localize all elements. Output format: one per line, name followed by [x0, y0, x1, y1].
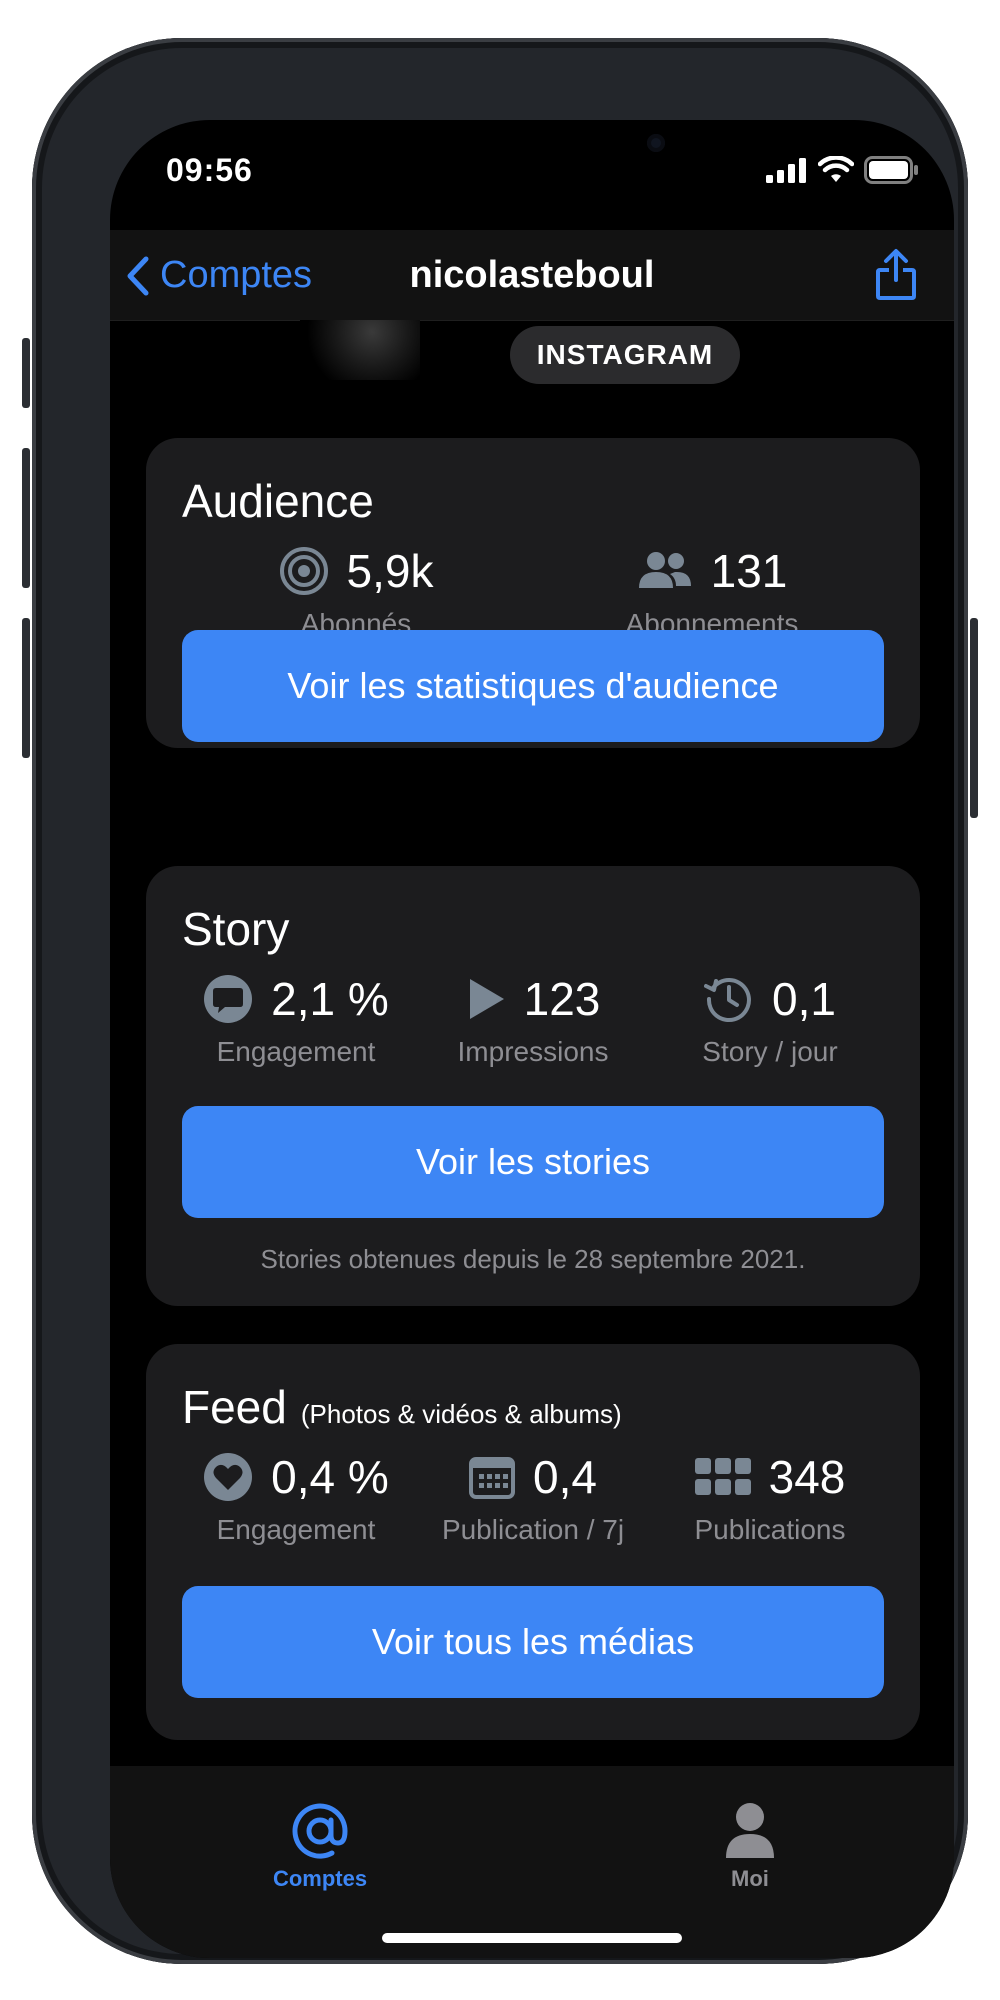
story-card: Story 2,1 % Engagement 123 Impressions 0…: [146, 866, 920, 1306]
feed-engagement-value: 0,4 %: [271, 1451, 389, 1503]
target-icon: [279, 547, 328, 595]
story-engagement-value: 2,1 %: [271, 973, 389, 1025]
profile-photo: [300, 320, 420, 380]
status-time: 09:56: [166, 152, 253, 188]
wifi-icon: [818, 156, 854, 182]
heart-icon: [204, 1453, 253, 1501]
story-engagement-metric: 2,1 % Engagement: [176, 972, 416, 1068]
feed-frequency-value: 0,4: [533, 1451, 597, 1503]
story-title: Story: [182, 903, 290, 955]
feed-engagement-label: Engagement: [216, 1514, 376, 1545]
story-per-day-value: 0,1: [772, 973, 836, 1025]
tab-comptes-label: Comptes: [272, 1866, 368, 1891]
feed-card: Feed (Photos & vidéos & albums) 0,4 % Eng…: [146, 1344, 920, 1740]
stories-note: Stories obtenues depuis le 28 septembre …: [260, 1244, 806, 1274]
feed-subtitle: (Photos & vidéos & albums): [300, 1399, 622, 1429]
view-all-media-button[interactable]: Voir tous les médias: [182, 1586, 884, 1698]
home-indicator[interactable]: [382, 1933, 682, 1943]
audience-title: Audience: [182, 475, 374, 527]
followers-metric: 5,9k Abonnés: [226, 544, 486, 640]
front-camera: [647, 134, 665, 152]
tab-moi-label: Moi: [731, 1866, 769, 1891]
at-sign-icon: [292, 1803, 348, 1859]
calendar-icon: [469, 1457, 516, 1499]
volume-down-button: [22, 618, 30, 758]
feed-posts-label: Publications: [694, 1514, 846, 1545]
notch: [357, 120, 707, 194]
audience-card: Audience 5,9k Abonnés 131 Abonnements Vo…: [146, 438, 920, 748]
platform-badge: INSTAGRAM: [510, 326, 740, 384]
feed-frequency-label: Publication / 7j: [441, 1514, 625, 1545]
status-icons: [766, 156, 920, 184]
tab-comptes[interactable]: Comptes: [240, 1802, 400, 1892]
navigation-bar: Comptes nicolasteboul: [110, 230, 954, 321]
following-value: 131: [710, 545, 788, 597]
grid-icon: [694, 1458, 751, 1495]
story-per-day-label: Story / jour: [702, 1036, 838, 1067]
story-impressions-metric: 123 Impressions: [416, 972, 650, 1068]
feed-frequency-metric: 0,4 Publication / 7j: [416, 1450, 650, 1546]
following-metric: 131 Abonnements: [582, 544, 842, 640]
volume-up-button: [22, 448, 30, 588]
screen: 09:56 Comptes nicolasteboul INSTAGRAM Au…: [110, 120, 954, 1958]
story-engagement-label: Engagement: [216, 1036, 376, 1067]
mute-switch: [22, 338, 30, 408]
page-title: nicolasteboul: [409, 254, 655, 296]
signal-icon: [766, 158, 806, 183]
feed-posts-value: 348: [768, 1451, 846, 1503]
story-impressions-label: Impressions: [457, 1036, 609, 1067]
followers-value: 5,9k: [346, 545, 434, 597]
people-icon: [638, 552, 691, 588]
feed-posts-metric: 348 Publications: [650, 1450, 890, 1546]
view-stories-button[interactable]: Voir les stories: [182, 1106, 884, 1218]
phone-frame: 09:56 Comptes nicolasteboul INSTAGRAM Au…: [22, 38, 978, 1964]
feed-title-row: Feed (Photos & vidéos & albums): [182, 1380, 622, 1434]
play-icon: [469, 979, 504, 1019]
chat-bubble-icon: [204, 975, 253, 1023]
tab-bar: Comptes Moi: [110, 1766, 954, 1958]
story-impressions-value: 123: [523, 973, 601, 1025]
tab-moi[interactable]: Moi: [670, 1802, 830, 1892]
share-icon: [876, 249, 916, 300]
battery-icon: [864, 156, 918, 184]
share-button[interactable]: [874, 248, 918, 307]
power-button: [970, 618, 978, 818]
audience-stats-button[interactable]: Voir les statistiques d'audience: [182, 630, 884, 742]
history-icon: [704, 978, 751, 1023]
feed-title: Feed: [182, 1381, 287, 1433]
person-icon: [726, 1803, 774, 1858]
story-per-day-metric: 0,1 Story / jour: [650, 972, 890, 1068]
feed-engagement-metric: 0,4 % Engagement: [176, 1450, 416, 1546]
